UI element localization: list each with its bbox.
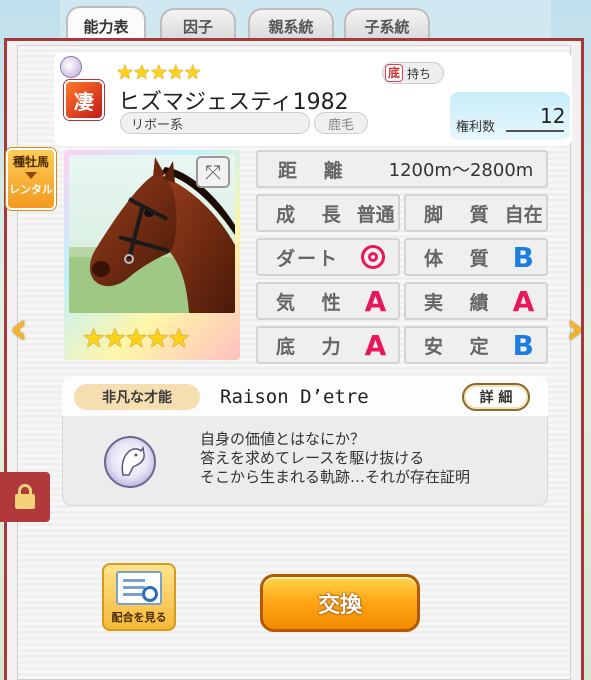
temper-grade: A: [364, 284, 387, 318]
trait-label: 持ち: [407, 66, 432, 81]
stat-record: 実 績 A: [404, 282, 548, 320]
lineage-pill: リボー系: [120, 112, 310, 134]
record-grade: A: [512, 284, 535, 318]
skill-desc-line: 自身の価値とはなにか？: [200, 430, 366, 448]
trait-tag: 底 持ち: [382, 62, 444, 84]
exchange-button[interactable]: 交換: [260, 574, 420, 632]
stat-power: 底 力 A: [256, 326, 400, 364]
next-arrow-icon[interactable]: ›: [562, 303, 588, 354]
lock-button[interactable]: [0, 472, 50, 522]
tab-child-line[interactable]: 子系統: [344, 8, 430, 42]
detail-button[interactable]: 詳 細: [462, 383, 530, 411]
rarity-stars: ★★★★★: [116, 60, 202, 84]
tab-factor[interactable]: 因子: [160, 8, 236, 42]
stat-distance: 距 離 1200m〜2800m: [256, 150, 548, 188]
stat-temper: 気 性 A: [256, 282, 400, 320]
rights-label: 権利数: [456, 120, 496, 135]
prev-arrow-icon[interactable]: ‹: [6, 303, 32, 354]
skill-name: Raison D’etre: [220, 386, 369, 408]
stability-grade: B: [512, 328, 534, 362]
skill-tag: 非凡な才能: [74, 384, 200, 410]
down-arrow-icon: [25, 172, 37, 179]
stallion-rental-tag[interactable]: 種牡馬 レンタル: [6, 148, 56, 210]
rank-icon: 凄: [64, 80, 104, 120]
trait-kanji-icon: 底: [385, 64, 403, 82]
stat-dirt: ダート ◎: [256, 238, 400, 276]
growth-label: 成 長: [276, 203, 351, 226]
temper-label: 気 性: [276, 291, 351, 314]
stat-stability: 安 定 B: [404, 326, 548, 364]
record-label: 実 績: [424, 291, 499, 314]
horse-head-icon: [60, 56, 82, 78]
rental-label: レンタル: [9, 183, 53, 196]
rights-value: 12: [540, 104, 566, 128]
portrait-stars: ★★★★★: [82, 324, 191, 354]
tab-parent-line[interactable]: 親系統: [248, 8, 334, 42]
growth-value: 普通: [356, 203, 395, 226]
rights-underline: [506, 130, 564, 132]
power-label: 底 力: [276, 335, 351, 358]
double-circle-icon: ◎: [361, 245, 386, 269]
lock-icon: [15, 483, 35, 509]
stallion-label: 種牡馬: [12, 155, 49, 169]
power-grade: A: [364, 328, 387, 362]
expand-icon[interactable]: ⤧: [196, 156, 230, 188]
constitution-label: 体 質: [424, 247, 499, 270]
stat-constitution: 体 質 B: [404, 238, 548, 276]
leg-type-value: 自在: [504, 203, 543, 226]
constitution-grade: B: [512, 240, 534, 274]
dirt-label: ダート: [276, 247, 340, 270]
stat-leg-type: 脚 質 自在: [404, 194, 548, 232]
document-search-icon: [116, 571, 162, 605]
skill-desc-line: 答えを求めてレースを駆け抜ける: [200, 449, 425, 467]
distance-value: 1200m〜2800m: [388, 160, 534, 181]
skill-desc-line: そこから生まれる軌跡…それが存在証明: [200, 468, 471, 486]
view-breeding-button[interactable]: 配合を見る: [102, 563, 176, 631]
stability-label: 安 定: [424, 335, 499, 358]
coat-color-pill: 鹿毛: [314, 112, 368, 134]
horse-head-skill-icon: [104, 436, 156, 488]
distance-label: 距 離: [278, 159, 353, 182]
leg-type-label: 脚 質: [424, 203, 499, 226]
view-breeding-label: 配合を見る: [111, 611, 167, 624]
stat-growth: 成 長 普通: [256, 194, 400, 232]
skill-description: 自身の価値とはなにか？ 答えを求めてレースを駆け抜ける そこから生まれる軌跡…そ…: [200, 430, 470, 487]
